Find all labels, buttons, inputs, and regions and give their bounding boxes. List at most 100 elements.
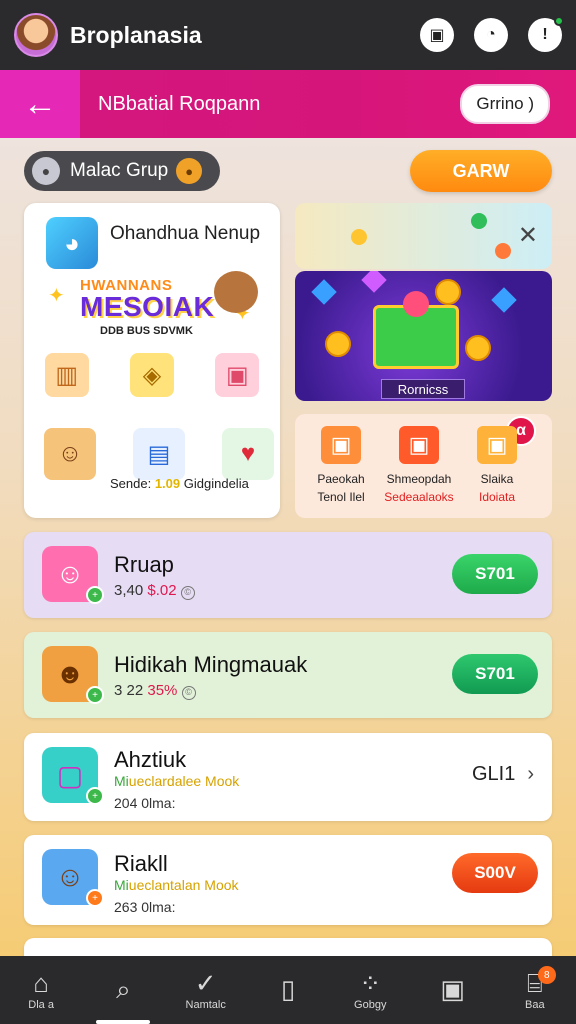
list-item-subtitle: Miueclantalan Mook xyxy=(114,877,239,893)
coin-icon xyxy=(495,243,511,259)
list-item[interactable]: ☺ + Riakll Miueclantalan Mook 263 0lma: … xyxy=(24,835,552,925)
list-item-title: Riakll xyxy=(114,851,168,876)
gem-icon xyxy=(491,287,517,313)
alert-icon[interactable]: ! xyxy=(528,16,564,52)
chest-icon[interactable]: ▥ xyxy=(44,353,89,397)
creature-mascot-icon xyxy=(214,271,258,313)
gift-box-icon[interactable]: ◈ xyxy=(129,353,174,397)
reward-item[interactable]: ▣ Shmeopdah Sedeaalaoks xyxy=(379,426,459,504)
nav-grid[interactable]: ⁘ Gobgy xyxy=(335,956,405,1024)
row-action-button[interactable]: S701 xyxy=(452,554,538,594)
meta-count: 3 22 xyxy=(114,682,144,699)
bulb-icon: ● xyxy=(32,157,60,185)
grid-icon: ⁘ xyxy=(359,968,382,998)
banner-sub-text: DDB BUS SDVMK xyxy=(100,325,193,337)
section-title: NBbatial Roqpann xyxy=(98,92,261,115)
check-icon: ✓ xyxy=(194,968,217,998)
reward-subtitle: Sedeaalaoks xyxy=(384,490,454,504)
list-item[interactable]: ☺ + Rruap 3,40 $.02 © S701 xyxy=(24,532,552,618)
list-item[interactable]: ☻ + Hidikah Mingmauak 3 22 35% © S701 xyxy=(24,632,552,718)
section-header: ← NBbatial Roqpann Grrino ) xyxy=(0,70,576,138)
coin-icon xyxy=(465,335,491,361)
row-action-button[interactable]: S00V xyxy=(452,853,538,893)
header-action-button[interactable]: Grrino ) xyxy=(460,84,550,124)
gem-icon xyxy=(361,271,387,293)
promo-caption: Sende: 1.09 Gidgindelia xyxy=(110,476,249,491)
book-icon[interactable]: ▤ xyxy=(133,428,185,480)
nav-home[interactable]: ⌂ Dla a xyxy=(6,956,76,1024)
reward-subtitle: Tenol Ilel xyxy=(317,490,365,504)
notification-badge: 8 xyxy=(537,966,556,984)
coins-strip: ✕ xyxy=(295,203,552,269)
nav-book[interactable]: ▯ xyxy=(253,956,323,1024)
reward-item[interactable]: ▣ Slaika Idoiata xyxy=(457,426,537,504)
caption-value: 1.09 xyxy=(154,476,181,491)
bow-icon xyxy=(403,291,429,317)
cow-app-icon: ◕ xyxy=(46,217,98,269)
row-action-button[interactable]: S701 xyxy=(452,654,538,694)
subtitle-prefix: Mi xyxy=(114,877,129,893)
promo-banner[interactable]: ✦ ✦ HWANNANS MESOIAK DDB BUS SDVMK xyxy=(48,271,258,343)
nav-search[interactable]: ⌕ xyxy=(88,956,158,1024)
group-label: Malac Grup xyxy=(70,160,169,181)
nav-label: Gobgy xyxy=(354,999,387,1011)
reward-item[interactable]: ▣ Paeokah Tenol Ilel xyxy=(301,426,381,504)
reward-title: Paeokah xyxy=(317,472,365,486)
orange-action-button[interactable]: GARW xyxy=(410,150,552,192)
list-item-title: Rruap xyxy=(114,552,174,577)
book-icon: ▯ xyxy=(280,974,296,1004)
plus-icon: + xyxy=(86,787,104,805)
online-dot xyxy=(554,16,564,26)
profile-avatar[interactable] xyxy=(14,13,58,57)
present-icon[interactable]: ▣ xyxy=(215,353,260,397)
row-link-label: GLI1 xyxy=(471,763,516,785)
heart-icon[interactable]: ♥ xyxy=(222,428,274,480)
plus-icon: + xyxy=(86,586,104,604)
promo-card[interactable]: ◕ Ohandhua Nenup ✦ ✦ HWANNANS MESOIAK DD… xyxy=(24,203,280,518)
subtitle-prefix: Mi xyxy=(114,773,129,789)
plus-icon: + xyxy=(86,686,104,704)
caption-suffix: Gidgindelia xyxy=(183,476,249,491)
clock-icon[interactable]: ◔ xyxy=(474,18,508,52)
back-button[interactable]: ← xyxy=(0,70,80,138)
meta-price: $.02 xyxy=(147,582,177,599)
group-selector[interactable]: ● Malac Grup ● xyxy=(24,151,220,191)
present-icon: ▣ xyxy=(477,426,517,464)
gift-row: ▥ ◈ ▣ xyxy=(24,353,280,397)
promo-title: Ohandhua Nenup xyxy=(110,223,261,244)
search-icon: ⌕ xyxy=(116,974,131,1004)
rewards-panel: α ▣ Paeokah Tenol Ilel ▣ Shmeopdah Sedea… xyxy=(295,414,552,518)
reward-title: Slaika xyxy=(480,472,514,486)
close-icon[interactable]: ✕ xyxy=(518,221,538,250)
list-item-detail: 263 0lma: xyxy=(114,899,176,915)
gem-icon xyxy=(471,213,487,229)
coin-icon xyxy=(351,229,367,245)
subtitle-text: ueclantalan Mook xyxy=(128,877,239,893)
list-item-title: Hidikah Mingmauak xyxy=(114,652,308,677)
nav-check[interactable]: ✓ Namtalc xyxy=(171,956,241,1024)
home-icon: ⌂ xyxy=(33,968,49,998)
treasure-banner[interactable]: Rornicss xyxy=(295,271,552,401)
chevron-right-icon: › xyxy=(527,763,534,785)
present-icon: ▣ xyxy=(399,426,439,464)
picture-icon[interactable]: ▣ xyxy=(420,18,454,52)
list-item-meta: 3,40 $.02 © xyxy=(114,582,195,600)
nav-clipboard[interactable]: ▣ xyxy=(418,956,488,1024)
meta-copyright-icon: © xyxy=(180,586,195,600)
promo-bottom-row: ☺ ▤ ♥ xyxy=(44,428,274,480)
coin-icon xyxy=(325,331,351,357)
app-top-bar: Broplanasia ▣ ◔ ! xyxy=(0,0,576,70)
list-item-meta: 3 22 35% © xyxy=(114,682,196,700)
meta-price: 35% xyxy=(147,682,178,699)
plus-icon: + xyxy=(86,889,104,907)
present-icon: ▣ xyxy=(321,426,361,464)
list-item-title: Ahztiuk xyxy=(114,747,187,772)
app-title: Broplanasia xyxy=(70,21,202,48)
reward-subtitle: Idoiata xyxy=(478,490,516,504)
nav-building[interactable]: ⌸ Baa 8 xyxy=(500,956,570,1024)
girl-avatar-icon[interactable]: ☺ xyxy=(44,428,96,480)
star-icon: ✦ xyxy=(48,285,65,307)
meta-copyright-icon: © xyxy=(181,686,196,700)
list-item[interactable]: ▢ + Ahztiuk Miueclardalee Mook 204 0lma:… xyxy=(24,733,552,821)
row-link[interactable]: GLI1 › xyxy=(472,763,534,786)
